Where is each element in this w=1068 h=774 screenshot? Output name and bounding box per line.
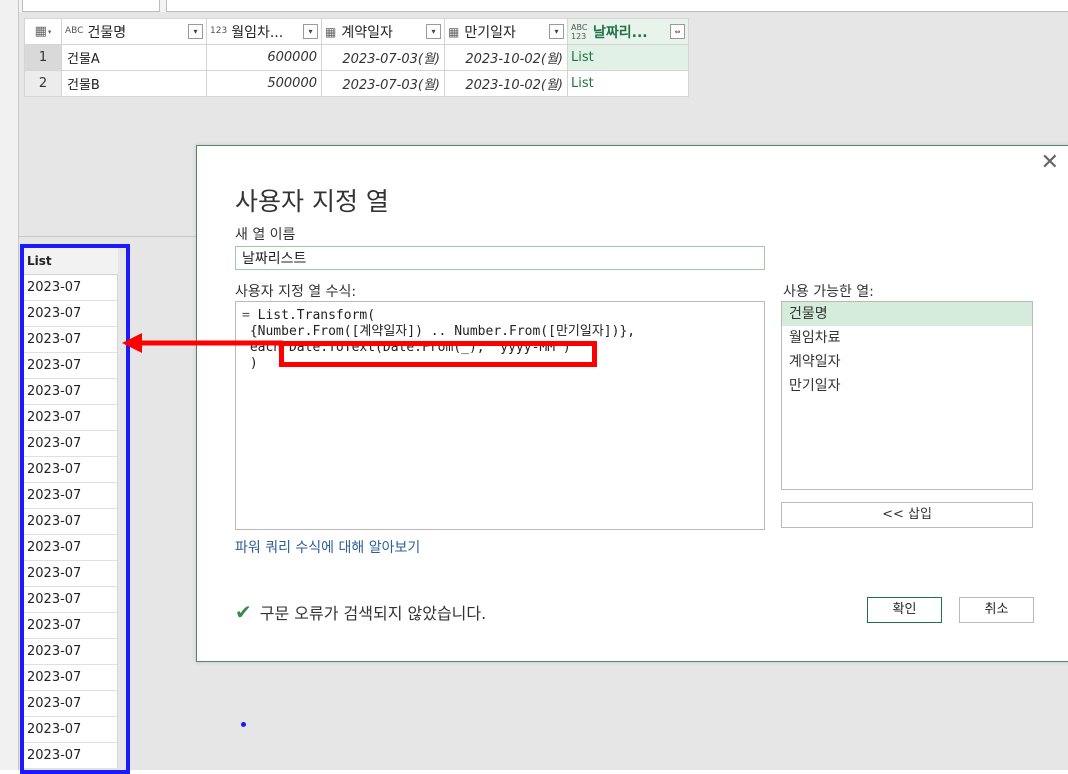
table-menu-corner[interactable]: ▦ ▾	[24, 18, 62, 45]
new-column-name-input[interactable]: 날짜리스트	[235, 246, 765, 270]
formula-bar[interactable]	[166, 0, 1068, 12]
filter-dropdown-button[interactable]: ▾	[303, 24, 318, 39]
column-header-building[interactable]: ABC 건물명 ▾	[61, 18, 207, 45]
column-header-label: 날짜리...	[593, 24, 648, 41]
filter-dropdown-button[interactable]: ▾	[549, 24, 564, 39]
new-column-name-label: 새 열 이름	[235, 227, 296, 243]
learn-formulas-link[interactable]: 파워 쿼리 수식에 대해 알아보기	[235, 537, 420, 557]
column-header-contract[interactable]: ▦ 계약일자 ▾	[321, 18, 445, 45]
name-box[interactable]	[22, 0, 160, 12]
column-header-label: 계약일자	[341, 24, 393, 41]
red-highlight-box	[279, 341, 597, 367]
cell-list-link[interactable]: List	[567, 70, 689, 97]
cell-rent[interactable]: 500000	[206, 70, 322, 97]
insert-button[interactable]: << 삽입	[781, 502, 1033, 528]
cell-rent[interactable]: 600000	[206, 44, 322, 71]
chevron-down-icon: ▾	[47, 27, 52, 36]
data-grid: ▦ ▾ ABC 건물명 ▾ 123 월임차... ▾ ▦ 계약일자 ▾ ▦ 만기…	[24, 18, 689, 97]
cell-list-link[interactable]: List	[567, 44, 689, 71]
available-column-item[interactable]: 월임차료	[782, 326, 1032, 350]
cell-expiry-date[interactable]: 2023-10-02(월)	[444, 44, 568, 71]
calendar-icon: ▦	[448, 24, 460, 39]
syntax-status: ✔ 구문 오류가 검색되지 않았습니다.	[235, 600, 486, 624]
cell-building[interactable]: 건물A	[61, 44, 207, 71]
cell-expiry-date[interactable]: 2023-10-02(월)	[444, 70, 568, 97]
syntax-status-text: 구문 오류가 검색되지 않았습니다.	[259, 604, 487, 623]
grid-header-row: ▦ ▾ ABC 건물명 ▾ 123 월임차... ▾ ▦ 계약일자 ▾ ▦ 만기…	[24, 18, 689, 45]
column-header-datelist[interactable]: ABC 123 날짜리... ⇔	[567, 18, 689, 45]
column-header-rent[interactable]: 123 월임차... ▾	[206, 18, 322, 45]
table-icon: ▦	[34, 24, 47, 39]
column-header-label: 월임차...	[231, 24, 284, 41]
available-columns-list[interactable]: 건물명 월임차료 계약일자 만기일자	[781, 301, 1033, 490]
formula-editor[interactable]: = List.Transform( {Number.From([계약일자]) .…	[235, 301, 765, 530]
formula-equals: =	[242, 308, 250, 323]
filter-dropdown-button[interactable]: ▾	[426, 24, 441, 39]
checkmark-icon: ✔	[235, 600, 252, 624]
expand-column-button[interactable]: ⇔	[670, 24, 685, 39]
available-column-item[interactable]: 계약일자	[782, 350, 1032, 374]
table-row[interactable]: 1 건물A 600000 2023-07-03(월) 2023-10-02(월)…	[24, 44, 689, 71]
dialog-title: 사용자 지정 열	[235, 187, 389, 216]
column-header-label: 건물명	[87, 24, 127, 41]
any-type-icon: ABC 123	[571, 22, 588, 41]
preview-divider	[19, 236, 199, 237]
available-columns-label: 사용 가능한 열:	[783, 284, 874, 300]
blue-dot	[241, 722, 246, 727]
cell-contract-date[interactable]: 2023-07-03(월)	[321, 44, 445, 71]
filter-dropdown-button[interactable]: ▾	[188, 24, 203, 39]
available-column-item[interactable]: 만기일자	[782, 374, 1032, 398]
table-row[interactable]: 2 건물B 500000 2023-07-03(월) 2023-10-02(월)…	[24, 70, 689, 97]
left-gutter	[0, 0, 19, 770]
row-number[interactable]: 2	[24, 70, 62, 97]
cancel-button[interactable]: 취소	[959, 597, 1034, 623]
custom-column-dialog: ✕ 사용자 지정 열 새 열 이름 날짜리스트 사용자 지정 열 수식: = L…	[196, 145, 1068, 662]
column-header-expiry[interactable]: ▦ 만기일자 ▾	[444, 18, 568, 45]
text-type-icon: ABC	[65, 26, 84, 36]
number-type-icon: 123	[210, 26, 228, 36]
blue-highlight-box	[20, 244, 130, 774]
cell-building[interactable]: 건물B	[61, 70, 207, 97]
row-number[interactable]: 1	[24, 44, 62, 71]
available-column-item[interactable]: 건물명	[782, 302, 1032, 326]
formula-line: = List.Transform(	[242, 308, 376, 323]
ok-button[interactable]: 확인	[867, 597, 942, 623]
formula-label: 사용자 지정 열 수식:	[235, 284, 357, 300]
calendar-icon: ▦	[325, 24, 337, 39]
column-header-label: 만기일자	[464, 24, 516, 41]
cell-contract-date[interactable]: 2023-07-03(월)	[321, 70, 445, 97]
close-icon[interactable]: ✕	[1041, 152, 1059, 174]
formula-line: {Number.From([계약일자]) .. Number.From([만기일…	[242, 324, 636, 339]
